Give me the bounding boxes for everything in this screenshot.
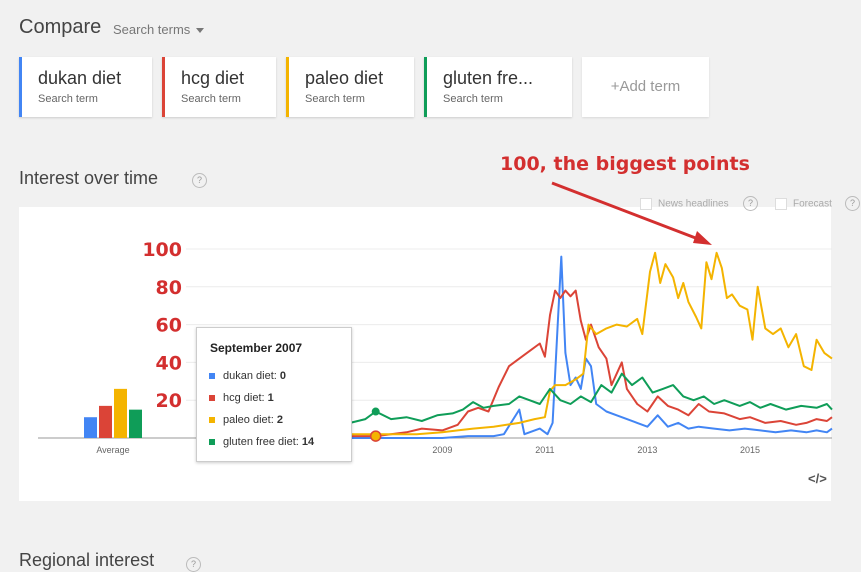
annotation-arrowhead xyxy=(693,231,712,245)
tooltip-row-value: 14 xyxy=(301,436,315,448)
average-label: Average xyxy=(96,445,129,455)
x-tick-label: 2013 xyxy=(637,445,657,455)
tooltip-row: gluten free diet: 14 xyxy=(209,436,314,448)
tooltip: September 2007 dukan diet: 0 hcg diet: 1… xyxy=(196,327,352,462)
tooltip-row-label: dukan diet: xyxy=(223,370,280,382)
y-tick-label: 80 xyxy=(156,277,182,299)
y-tick-label: 60 xyxy=(156,315,182,337)
y-tick-label: 20 xyxy=(156,390,182,412)
hover-marker xyxy=(369,430,382,442)
average-bar xyxy=(129,409,142,438)
tooltip-row: dukan diet: 0 xyxy=(209,370,286,382)
legend-swatch xyxy=(209,417,215,424)
tooltip-row-label: paleo diet: xyxy=(223,414,277,426)
tooltip-row-label: hcg diet: xyxy=(223,392,268,404)
legend-swatch xyxy=(209,373,215,380)
tooltip-row: hcg diet: 1 xyxy=(209,392,274,404)
tooltip-row: paleo diet: 2 xyxy=(209,414,283,426)
help-icon[interactable]: ? xyxy=(186,557,201,572)
average-bar xyxy=(99,405,112,438)
legend-swatch xyxy=(209,439,215,446)
x-tick-label: 2009 xyxy=(432,445,452,455)
annotation-arrow xyxy=(551,181,707,244)
hover-marker xyxy=(371,407,380,416)
average-bar xyxy=(114,388,127,438)
y-tick-label: 100 xyxy=(142,239,182,261)
section-title-regional: Regional interest xyxy=(19,550,155,570)
x-tick-label: 2015 xyxy=(740,445,760,455)
legend-swatch xyxy=(209,395,215,402)
embed-code-icon[interactable]: </> xyxy=(808,471,827,486)
average-bar xyxy=(84,417,97,438)
x-tick-label: 2011 xyxy=(535,445,554,455)
tooltip-row-value: 2 xyxy=(276,414,283,426)
interest-chart: Average 2009 2011 2013 201510080604020 xyxy=(38,181,833,455)
tooltip-row-value: 1 xyxy=(267,392,274,404)
tooltip-row-value: 0 xyxy=(279,370,286,382)
y-tick-label: 40 xyxy=(156,352,182,374)
tooltip-row-label: gluten free diet: xyxy=(223,436,302,448)
tooltip-title: September 2007 xyxy=(210,341,303,355)
annotation-text: 100, the biggest points xyxy=(500,153,750,175)
